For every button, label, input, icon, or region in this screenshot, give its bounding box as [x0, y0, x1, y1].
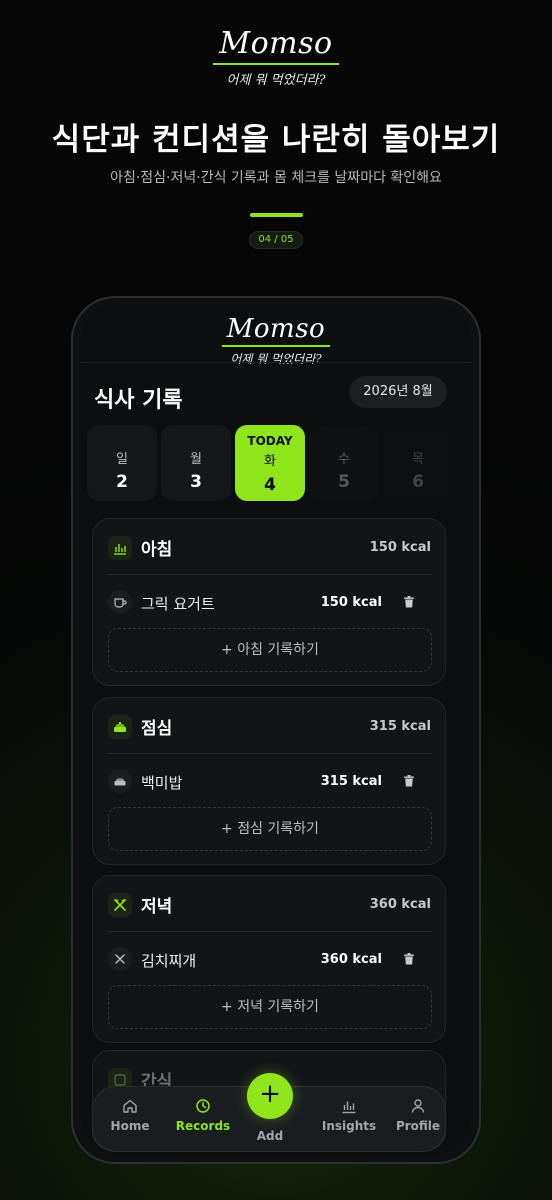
meal-divider: [108, 931, 432, 932]
day-name: 화: [264, 454, 276, 469]
food-item[interactable]: 백미밥 315 kcal: [93, 758, 445, 802]
add-lunch-button[interactable]: + 점심 기록하기: [108, 807, 432, 851]
cup-icon: [108, 590, 132, 614]
utensils-icon: [108, 947, 132, 971]
phone-frame: Momso 어제 뭐 먹었더라? 식사 기록 2026년 8월 일 2 월 3 …: [71, 296, 481, 1164]
page-title: 식사 기록: [94, 388, 183, 413]
day-monday[interactable]: 월 3: [161, 425, 231, 501]
meal-name: 아침: [141, 540, 173, 560]
meal-total-kcal: 150 kcal: [369, 540, 431, 555]
trash-icon[interactable]: [404, 596, 414, 608]
progress-indicator-bar: [250, 213, 303, 217]
day-number: 2: [116, 472, 128, 492]
app-logo: Momso 어제 뭐 먹었더라?: [81, 314, 471, 367]
day-number: 5: [338, 472, 350, 492]
nav-records-label: Records: [175, 1119, 231, 1133]
nav-records[interactable]: Records: [173, 1097, 233, 1133]
day-thursday[interactable]: 목 6: [383, 425, 453, 501]
bar-chart-icon: [108, 536, 132, 560]
meal-total-kcal: 360 kcal: [369, 897, 431, 912]
lunchbox-icon: [108, 769, 132, 793]
hero-logo-tagline: 어제 뭐 먹었더라?: [226, 73, 326, 88]
header-divider: [81, 362, 471, 363]
meal-name: 저녁: [141, 897, 173, 917]
meal-header: 저녁 360 kcal: [93, 876, 445, 932]
food-item[interactable]: 김치찌개 360 kcal: [93, 936, 445, 980]
meal-header: 점심 315 kcal: [93, 698, 445, 754]
meal-card-lunch: 점심 315 kcal 백미밥 315 kcal + 점심 기록하기: [92, 697, 446, 865]
day-wednesday[interactable]: 수 5: [309, 425, 379, 501]
day-number: 6: [412, 472, 424, 492]
home-icon: [123, 1099, 137, 1113]
food-kcal: 360 kcal: [320, 952, 382, 967]
hero-logo: Momso 어제 뭐 먹었더라?: [0, 26, 552, 88]
app-logo-wordmark: Momso: [221, 314, 331, 347]
food-item[interactable]: 그릭 요거트 150 kcal: [93, 579, 445, 623]
day-number: 4: [264, 475, 276, 495]
nav-insights[interactable]: Insights: [319, 1097, 379, 1133]
trash-icon[interactable]: [404, 775, 414, 787]
meal-total-kcal: 315 kcal: [369, 719, 431, 734]
food-name: 백미밥: [141, 774, 183, 792]
nav-add-label: Add: [256, 1129, 284, 1143]
app-logo-tagline: 어제 뭐 먹었더라?: [230, 352, 322, 366]
add-fab-button[interactable]: +: [247, 1073, 293, 1119]
day-name: 일: [116, 452, 128, 467]
app-screen: Momso 어제 뭐 먹었더라? 식사 기록 2026년 8월 일 2 월 3 …: [81, 306, 471, 1154]
lunchbox-icon: [108, 715, 132, 739]
hero-logo-wordmark: Momso: [213, 26, 339, 65]
hero-subline: 아침·점심·저녁·간식 기록과 몸 체크를 날짜마다 확인해요: [110, 170, 442, 186]
nav-home-label: Home: [110, 1119, 150, 1133]
nav-insights-label: Insights: [321, 1119, 377, 1133]
hero-headline: 식단과 컨디션을 나란히 돌아보기: [51, 122, 501, 158]
nav-profile[interactable]: Profile: [388, 1097, 448, 1133]
day-name: 수: [338, 452, 350, 467]
meal-card-breakfast: 아침 150 kcal 그릭 요거트 150 kcal + 아침 기록하기: [92, 518, 446, 686]
add-dinner-button[interactable]: + 저녁 기록하기: [108, 985, 432, 1029]
bar-chart-icon: [342, 1101, 356, 1114]
user-icon: [411, 1099, 425, 1113]
nav-home[interactable]: Home: [100, 1097, 160, 1133]
month-selector[interactable]: 2026년 8월: [349, 376, 447, 408]
meal-header: 아침 150 kcal: [93, 519, 445, 575]
meal-name: 점심: [141, 719, 173, 739]
page-indicator: 04 / 05: [249, 231, 303, 249]
plus-icon: +: [259, 1079, 281, 1109]
trash-icon[interactable]: [404, 953, 414, 965]
food-kcal: 150 kcal: [320, 595, 382, 610]
add-breakfast-button[interactable]: + 아침 기록하기: [108, 628, 432, 672]
day-tuesday-today[interactable]: TODAY 화 4: [235, 425, 305, 501]
meal-divider: [108, 753, 432, 754]
bottom-navigation: Home Records + Add Insights Profile: [92, 1073, 448, 1152]
nav-profile-label: Profile: [395, 1119, 441, 1133]
food-name: 그릭 요거트: [141, 595, 215, 613]
food-kcal: 315 kcal: [320, 774, 382, 789]
today-badge: TODAY: [247, 434, 293, 448]
utensils-icon: [108, 893, 132, 917]
day-sunday[interactable]: 일 2: [87, 425, 157, 501]
meal-card-dinner: 저녁 360 kcal 김치찌개 360 kcal + 저녁 기록하기: [92, 875, 446, 1043]
clock-icon: [196, 1099, 210, 1113]
meal-divider: [108, 574, 432, 575]
day-number: 3: [190, 472, 202, 492]
day-name: 월: [190, 452, 202, 467]
day-name: 목: [412, 452, 424, 467]
food-name: 김치찌개: [141, 952, 197, 970]
